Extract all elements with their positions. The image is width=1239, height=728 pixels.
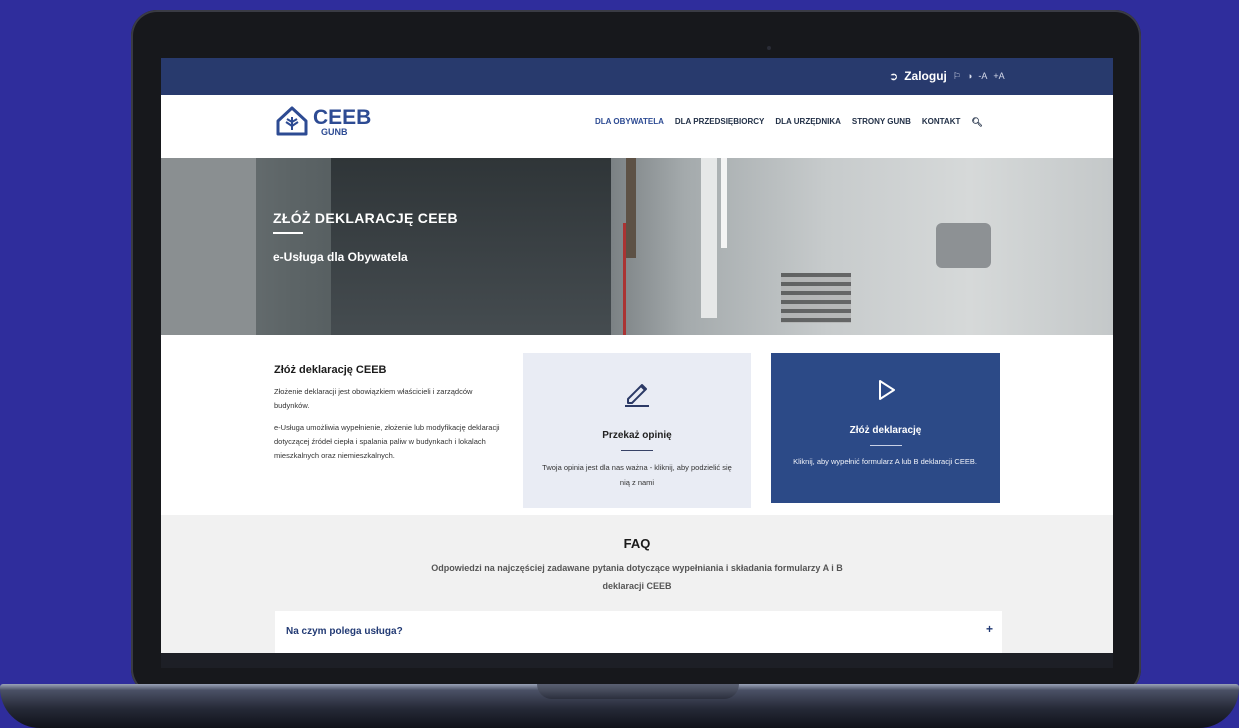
browser-screen: ➲ Zaloguj ⚐ ◑ -A +A CEEB GUNB DLA OBYWAT… bbox=[161, 58, 1113, 653]
login-link[interactable]: Zaloguj bbox=[904, 69, 947, 83]
about-paragraph-1: Złożenie deklaracji jest obowiązkiem wła… bbox=[274, 387, 473, 410]
top-bar-actions: ➲ Zaloguj ⚐ ◑ -A +A bbox=[889, 69, 1005, 83]
logo-sub: GUNB bbox=[321, 127, 348, 137]
logo-name: CEEB bbox=[313, 106, 372, 129]
hero-photo-white-pipe-2 bbox=[721, 158, 727, 248]
submit-card-desc: Kliknij, aby wypełnić formularz A lub B … bbox=[793, 457, 977, 466]
feedback-card[interactable]: Przekaż opinię Twoja opinia jest dla nas… bbox=[523, 353, 751, 508]
about-paragraph-2: e-Usługa umożliwia wypełnienie, złożenie… bbox=[274, 423, 500, 460]
play-icon bbox=[878, 380, 895, 400]
camera bbox=[767, 46, 771, 50]
hero-photo-wire bbox=[623, 223, 626, 335]
faq-question: Na czym polega usługa? bbox=[286, 626, 403, 637]
hero-photo-valve bbox=[936, 223, 991, 268]
screen-bottom-bezel bbox=[161, 653, 1113, 668]
login-icon[interactable]: ➲ bbox=[889, 70, 898, 83]
search-icon[interactable]: 🔍︎ bbox=[971, 117, 982, 128]
submit-card-title: Złóż deklarację bbox=[849, 425, 922, 436]
hero-photo-pipe bbox=[626, 158, 636, 258]
menu-item-strony-gunb[interactable]: STRONY GUNB bbox=[852, 117, 911, 128]
faq-section: FAQ Odpowiedzi na najczęściej zadawane p… bbox=[161, 515, 1113, 653]
site-logo[interactable]: CEEB GUNB bbox=[275, 105, 371, 137]
flag-icon[interactable]: ⚐ bbox=[953, 71, 961, 82]
contrast-icon[interactable]: ◑ bbox=[967, 71, 972, 81]
submit-card-divider bbox=[869, 445, 902, 446]
font-increase-icon[interactable]: +A bbox=[993, 71, 1004, 81]
hero-photo-boiler bbox=[331, 158, 611, 335]
intro-section: Złóż deklarację CEEB Złożenie deklaracji… bbox=[161, 335, 1113, 515]
hero-photo-vent bbox=[781, 273, 851, 323]
menu-item-dla-przedsiebiorcy[interactable]: DLA PRZEDSIĘBIORCY bbox=[675, 117, 765, 128]
laptop-notch bbox=[537, 684, 739, 699]
pencil-icon bbox=[625, 384, 649, 407]
feedback-card-desc: Twoja opinia jest dla nas ważna - klikni… bbox=[542, 463, 732, 487]
menu-item-dla-urzednika[interactable]: DLA URZĘDNIKA bbox=[775, 117, 840, 128]
expand-plus-icon[interactable]: + bbox=[986, 622, 993, 636]
menu-item-dla-obywatela[interactable]: DLA OBYWATELA bbox=[595, 117, 664, 128]
faq-title: FAQ bbox=[623, 536, 651, 551]
menu-item-kontakt[interactable]: KONTAKT bbox=[922, 117, 961, 128]
hero-divider bbox=[273, 232, 303, 234]
about-title: Złóż deklarację CEEB bbox=[274, 364, 387, 376]
feedback-card-divider bbox=[621, 450, 653, 451]
font-decrease-icon[interactable]: -A bbox=[978, 71, 987, 81]
hero-photo-white-pipe bbox=[701, 158, 717, 318]
menu-items: DLA OBYWATELA DLA PRZEDSIĘBIORCY DLA URZ… bbox=[595, 117, 983, 128]
hero-title: ZŁÓŻ DEKLARACJĘ CEEB bbox=[273, 210, 458, 226]
house-logo-icon bbox=[276, 106, 308, 136]
hero-photo-panel bbox=[161, 158, 256, 335]
main-navigation: CEEB GUNB DLA OBYWATELA DLA PRZEDSIĘBIOR… bbox=[161, 95, 1113, 158]
submit-declaration-card[interactable]: Złóż deklarację Kliknij, aby wypełnić fo… bbox=[771, 353, 1000, 503]
faq-item[interactable]: Na czym polega usługa? + bbox=[275, 611, 1002, 653]
faq-subtitle: Odpowiedzi na najczęściej zadawane pytan… bbox=[431, 563, 843, 591]
feedback-card-title: Przekaż opinię bbox=[602, 430, 672, 441]
hero-banner: ZŁÓŻ DEKLARACJĘ CEEB e-Usługa dla Obywat… bbox=[161, 158, 1113, 335]
top-bar: ➲ Zaloguj ⚐ ◑ -A +A bbox=[161, 58, 1113, 95]
hero-subtitle: e-Usługa dla Obywatela bbox=[273, 250, 408, 264]
